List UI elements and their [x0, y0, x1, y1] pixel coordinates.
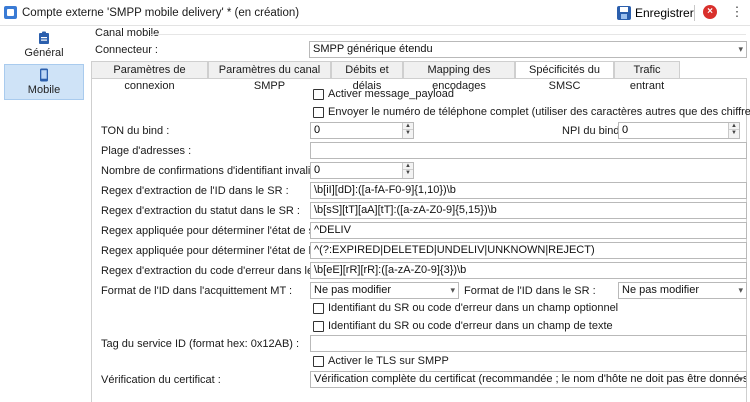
toolbar-separator — [694, 5, 695, 21]
activer-payload-checkbox[interactable]: Activer message_payload — [313, 88, 454, 100]
ton-label: TON du bind : — [101, 125, 170, 137]
regex-code-label: Regex d'extraction du code d'erreur dans… — [101, 265, 338, 277]
more-menu-icon[interactable]: ⋮ — [730, 5, 744, 19]
tag-input[interactable] — [310, 335, 747, 352]
tab-bar: Paramètres de connexion Paramètres du ca… — [91, 61, 747, 92]
connector-select[interactable]: SMPP générique étendu ▾ — [309, 41, 747, 58]
tab-parametres-canal-smpp[interactable]: Paramètres du canal SMPP — [208, 61, 331, 92]
chevron-down-icon: ▾ — [738, 44, 743, 54]
tab-mapping-encodages[interactable]: Mapping des encodages — [403, 61, 515, 92]
save-icon — [617, 6, 631, 20]
regex-succes-input[interactable]: ^DELIV — [310, 222, 747, 239]
regex-id-label: Regex d'extraction de l'ID dans le SR : — [101, 185, 289, 197]
tag-label: Tag du service ID (format hex: 0x12AB) : — [101, 338, 300, 350]
checkbox-label: Activer le TLS sur SMPP — [328, 355, 449, 367]
checkbox-box — [313, 320, 324, 332]
tab-parametres-connexion[interactable]: Paramètres de connexion — [91, 61, 208, 92]
format-mt-value: Ne pas modifier — [314, 284, 392, 296]
plage-input[interactable] — [310, 142, 747, 159]
clipboard-icon — [39, 31, 49, 44]
checkbox-box — [313, 88, 324, 100]
regex-statut-label: Regex d'extraction du statut dans le SR … — [101, 205, 300, 217]
checkbox-box — [313, 302, 324, 314]
section-divider — [150, 34, 746, 35]
checkbox-label: Activer message_payload — [328, 88, 454, 100]
regex-statut-input[interactable]: \b[sS][tT][aA][tT]:([a-zA-Z0-9]{5,15})\b — [310, 202, 747, 219]
checkbox-box — [313, 355, 324, 367]
regex-erreur-input[interactable]: ^(?:EXPIRED|DELETED|UNDELIV|UNKNOWN|REJE… — [310, 242, 747, 259]
format-sr-label: Format de l'ID dans le SR : — [464, 285, 596, 297]
nb-confirm-stepper[interactable]: 0 ▲ ▼ — [310, 162, 414, 179]
section-title: Canal mobile — [95, 27, 160, 39]
cancel-icon[interactable]: × — [703, 5, 717, 19]
sidebar-item-mobile[interactable]: Mobile — [4, 64, 84, 100]
tab-debits-delais[interactable]: Débits et délais — [331, 61, 403, 92]
checkbox-label: Identifiant du SR ou code d'erreur dans … — [328, 302, 619, 314]
checkbox-label: Identifiant du SR ou code d'erreur dans … — [328, 320, 613, 332]
window-title: Compte externe 'SMPP mobile delivery' * … — [4, 6, 299, 19]
checkbox-box — [313, 106, 324, 118]
ton-value: 0 — [314, 124, 321, 136]
envoyer-numero-checkbox[interactable]: Envoyer le numéro de téléphone complet (… — [313, 106, 750, 118]
ident-optionnel-checkbox[interactable]: Identifiant du SR ou code d'erreur dans … — [313, 302, 618, 314]
phone-icon — [40, 68, 48, 82]
chevron-down-icon: ▾ — [450, 285, 455, 295]
sidebar: Général Mobile — [0, 26, 88, 402]
format-mt-select[interactable]: Ne pas modifier ▾ — [310, 282, 459, 299]
ident-texte-checkbox[interactable]: Identifiant du SR ou code d'erreur dans … — [313, 320, 613, 332]
tab-trafic-entrant[interactable]: Trafic entrant — [614, 61, 680, 92]
app-icon — [4, 6, 17, 19]
stepper-buttons[interactable]: ▲ ▼ — [728, 123, 739, 138]
format-mt-label: Format de l'ID dans l'acquittement MT : — [101, 285, 293, 297]
stepper-buttons[interactable]: ▲ ▼ — [402, 123, 413, 138]
checkbox-label: Envoyer le numéro de téléphone complet (… — [328, 106, 750, 118]
nb-confirm-value: 0 — [314, 164, 321, 176]
stepper-buttons[interactable]: ▲ ▼ — [402, 163, 413, 178]
tab-specificites-smsc[interactable]: Spécificités du SMSC — [515, 61, 614, 92]
sidebar-item-general[interactable]: Général — [4, 28, 84, 64]
connector-select-value: SMPP générique étendu — [313, 43, 433, 55]
sidebar-item-label: Mobile — [27, 84, 61, 96]
npi-stepper[interactable]: 0 ▲ ▼ — [618, 122, 740, 139]
regex-id-input[interactable]: \b[iI][dD]:([a-fA-F0-9]{1,10})\b — [310, 182, 747, 199]
verif-value: Vérification complète du certificat (rec… — [314, 373, 746, 385]
ton-stepper[interactable]: 0 ▲ ▼ — [310, 122, 414, 139]
npi-value: 0 — [622, 124, 629, 136]
chevron-down-icon: ▾ — [738, 374, 743, 384]
verif-select[interactable]: Vérification complète du certificat (rec… — [310, 371, 747, 388]
format-sr-select[interactable]: Ne pas modifier ▾ — [618, 282, 747, 299]
verif-label: Vérification du certificat : — [101, 374, 221, 386]
sidebar-item-label: Général — [24, 47, 64, 59]
nb-confirm-label: Nombre de confirmations d'identifiant in… — [101, 165, 335, 177]
format-sr-value: Ne pas modifier — [622, 284, 700, 296]
save-button-label: Enregistrer — [635, 6, 694, 20]
chevron-down-icon: ▾ — [738, 285, 743, 295]
window-title-text: Compte externe 'SMPP mobile delivery' * … — [22, 6, 300, 19]
save-button[interactable]: Enregistrer — [617, 4, 694, 22]
npi-label: NPI du bind : — [562, 125, 626, 137]
regex-code-input[interactable]: \b[eE][rR][rR]:([a-zA-Z0-9]{3})\b — [310, 262, 747, 279]
plage-label: Plage d'adresses : — [101, 145, 192, 157]
tls-checkbox[interactable]: Activer le TLS sur SMPP — [313, 355, 449, 367]
connector-label: Connecteur : — [95, 44, 158, 56]
